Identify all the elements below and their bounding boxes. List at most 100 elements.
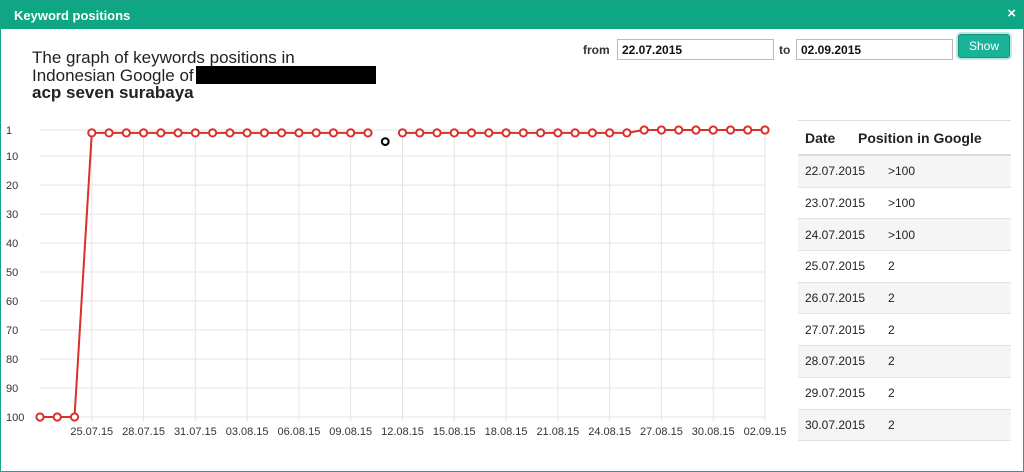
- table-body: 22.07.2015 >100 23.07.2015 >100 24.07.2015 >1…: [798, 156, 1011, 442]
- data-point: [190, 128, 200, 138]
- row-date: 25.07.2015: [805, 259, 866, 274]
- data-point: [449, 128, 459, 138]
- data-point: [277, 128, 287, 138]
- modal-title: Keyword positions: [14, 8, 131, 23]
- y-tick-label: 1: [6, 125, 12, 137]
- to-date-input[interactable]: [796, 39, 953, 60]
- header-position: Position in Google: [858, 129, 982, 146]
- x-tick-label: 30.08.15: [692, 426, 735, 438]
- data-point: [328, 128, 339, 138]
- data-point: [466, 128, 477, 138]
- keyword-text: acp seven surabaya: [32, 83, 194, 102]
- graph-heading: The graph of keywords positions in Indon…: [32, 49, 376, 101]
- data-point: [535, 128, 546, 138]
- table-row: 23.07.2015 >100: [798, 188, 1011, 220]
- data-point: [69, 412, 80, 422]
- table-row: 26.07.2015 2: [798, 282, 1011, 315]
- data-point: [605, 128, 615, 138]
- row-position: 2: [888, 322, 895, 337]
- data-point: [294, 128, 304, 138]
- x-tick-label: 18.08.15: [485, 426, 528, 438]
- data-point: [622, 128, 632, 138]
- data-point: [518, 128, 528, 138]
- data-point: [553, 128, 563, 138]
- table-row: 22.07.2015 >100: [798, 156, 1011, 188]
- row-position: >100: [888, 196, 916, 211]
- row-position: 2: [888, 354, 895, 369]
- header-date: Date: [805, 129, 836, 146]
- data-point: [138, 128, 149, 138]
- data-point: [121, 128, 131, 138]
- position-chart: 1 10 20 30 40 50 60 70 80 90 100 25.07.15 28.07.15 31…: [6, 125, 787, 438]
- y-tick-label: 20: [6, 180, 18, 192]
- row-date: 28.07.2015: [805, 354, 866, 369]
- table-row: 25.07.2015 2: [798, 251, 1011, 283]
- missing-data-point: [380, 137, 390, 146]
- data-point: [346, 128, 356, 138]
- data-point: [35, 412, 45, 422]
- data-point: [225, 128, 235, 138]
- x-tick-label: 02.09.15: [744, 426, 787, 438]
- data-point: [691, 125, 701, 135]
- data-point: [87, 128, 97, 138]
- x-tick-label: 28.07.15: [122, 426, 165, 438]
- data-point: [570, 128, 580, 138]
- x-tick-label: 03.08.15: [226, 426, 269, 438]
- data-point: [501, 128, 511, 138]
- show-button[interactable]: Show: [958, 34, 1010, 58]
- table-row: 24.07.2015 >100: [798, 219, 1011, 252]
- x-tick-label: 21.08.15: [536, 426, 579, 438]
- data-point: [432, 128, 442, 138]
- data-point: [415, 128, 425, 138]
- data-point: [743, 125, 753, 135]
- heading-line1: The graph of keywords positions in: [32, 48, 295, 67]
- y-tick-label: 30: [6, 209, 18, 221]
- row-date: 23.07.2015: [805, 196, 866, 211]
- row-date: 29.07.2015: [805, 386, 866, 401]
- data-point: [725, 125, 736, 135]
- positions-table: Date Position in Google 22.07.2015 >100 23…: [798, 120, 1011, 442]
- data-point: [208, 128, 218, 138]
- y-tick-label: 90: [6, 383, 18, 395]
- data-point: [484, 128, 494, 138]
- row-position: 2: [888, 386, 895, 401]
- x-tick-label: 27.08.15: [640, 426, 683, 438]
- row-position: 2: [888, 259, 895, 274]
- heading-line2-wrap: Indonesian Google of: [32, 66, 376, 84]
- data-point: [760, 125, 770, 135]
- row-position: 2: [888, 417, 895, 432]
- row-date: 22.07.2015: [805, 164, 866, 179]
- from-date-input[interactable]: [617, 39, 774, 60]
- x-tick-label: 31.07.15: [174, 426, 217, 438]
- data-point: [587, 128, 597, 138]
- modal-titlebar: Keyword positions ×: [1, 1, 1023, 29]
- y-tick-label: 40: [6, 238, 18, 250]
- x-tick-label: 25.07.15: [70, 426, 113, 438]
- data-point: [639, 125, 649, 135]
- table-row: 30.07.2015 2: [798, 409, 1011, 442]
- data-point: [674, 125, 684, 135]
- redacted-domain: [195, 66, 376, 84]
- x-tick-label: 15.08.15: [433, 426, 476, 438]
- row-date: 27.07.2015: [805, 322, 866, 337]
- keyword-positions-modal: Keyword positions × The graph of keyword…: [0, 0, 1024, 472]
- x-tick-label: 12.08.15: [381, 426, 424, 438]
- y-tick-label: 10: [6, 151, 18, 163]
- y-tick-label: 100: [6, 412, 24, 424]
- row-position: >100: [888, 164, 916, 179]
- data-point: [397, 128, 408, 138]
- table-row: 27.07.2015 2: [798, 314, 1011, 347]
- table-header: Date Position in Google: [798, 120, 1011, 156]
- to-label: to: [779, 43, 791, 57]
- data-point: [656, 125, 667, 135]
- heading-line2: Indonesian Google of: [32, 65, 194, 85]
- close-icon[interactable]: ×: [1007, 5, 1016, 23]
- table-row: 28.07.2015 2: [798, 346, 1011, 378]
- y-tick-label: 80: [6, 354, 18, 366]
- data-point: [311, 128, 321, 138]
- data-point: [708, 125, 718, 135]
- row-date: 26.07.2015: [805, 291, 866, 306]
- row-date: 30.07.2015: [805, 417, 866, 432]
- from-label: from: [583, 43, 610, 57]
- x-tick-label: 09.08.15: [329, 426, 372, 438]
